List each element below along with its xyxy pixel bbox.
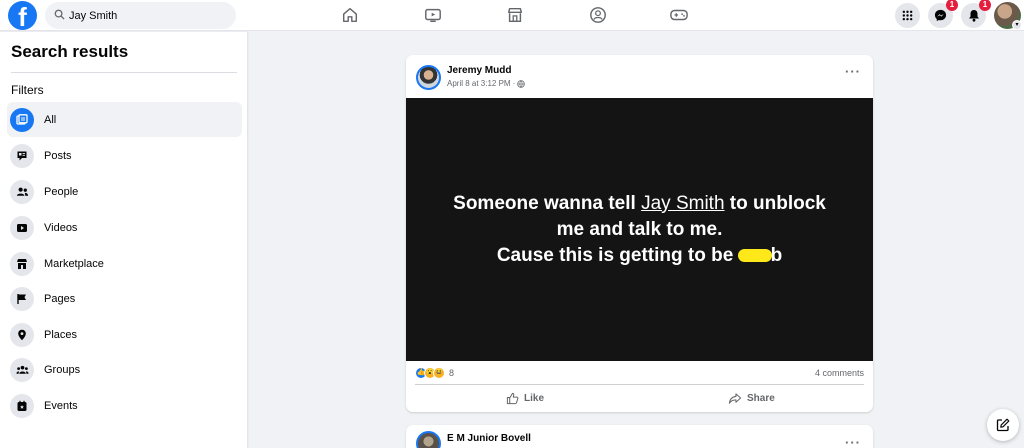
meta-separator: · bbox=[512, 79, 516, 88]
sidebar-item-label: Places bbox=[44, 328, 78, 341]
search-icon bbox=[54, 9, 65, 20]
home-icon[interactable] bbox=[339, 4, 361, 26]
chevron-down-icon[interactable]: ▾ bbox=[1012, 20, 1022, 30]
sidebar-item-label: Videos bbox=[44, 221, 78, 234]
share-label: Share bbox=[747, 392, 775, 404]
sidebar-item-videos[interactable]: Videos bbox=[7, 210, 242, 245]
messenger-button[interactable]: 1 bbox=[928, 0, 958, 28]
top-navigation-bar: f 1 1 ▾ bbox=[0, 0, 1024, 31]
sidebar-item-label: Posts bbox=[44, 149, 72, 162]
more-options-icon[interactable]: ··· bbox=[845, 436, 861, 448]
divider bbox=[415, 384, 864, 385]
notifications-button[interactable]: 1 bbox=[961, 0, 991, 28]
haha-reaction-icon: 😆 bbox=[433, 367, 445, 379]
post-timestamp[interactable]: April 8 at 3:12 PM bbox=[447, 79, 511, 88]
tagged-user-link[interactable]: Jay Smith bbox=[641, 193, 724, 214]
sidebar-item-marketplace[interactable]: Marketplace bbox=[7, 246, 242, 281]
globe-icon bbox=[517, 79, 526, 88]
more-options-icon[interactable]: ··· bbox=[845, 65, 861, 78]
post-text-image[interactable]: Someone wanna tell Jay Smith to unblock … bbox=[406, 98, 873, 361]
facebook-logo[interactable]: f bbox=[8, 1, 37, 30]
messenger-icon bbox=[934, 9, 947, 22]
post-card: E M Junior Bovell ··· bbox=[406, 425, 873, 448]
gaming-icon[interactable] bbox=[668, 4, 690, 26]
events-icon bbox=[10, 393, 34, 418]
groups-icon bbox=[10, 357, 34, 382]
sidebar-item-label: Marketplace bbox=[44, 257, 104, 270]
post-text-fragment: me and talk to me. bbox=[556, 218, 723, 240]
divider bbox=[11, 72, 237, 73]
messenger-badge: 1 bbox=[946, 0, 958, 11]
sidebar-item-events[interactable]: Events bbox=[7, 388, 242, 423]
notifications-badge: 1 bbox=[979, 0, 991, 11]
places-pin-icon bbox=[10, 322, 34, 347]
yellow-censor-blot bbox=[737, 248, 772, 262]
groups-icon[interactable] bbox=[587, 4, 609, 26]
grid-menu-button[interactable] bbox=[895, 3, 920, 28]
bell-icon bbox=[968, 10, 979, 22]
marketplace-icon[interactable] bbox=[504, 4, 526, 26]
post-text: Someone wanna tell Jay Smith to unblock … bbox=[453, 191, 826, 269]
reactions-summary[interactable]: 👍 😮 😆 8 bbox=[415, 367, 454, 379]
like-label: Like bbox=[524, 392, 545, 404]
sidebar-title: Search results bbox=[11, 42, 129, 61]
sidebar-item-people[interactable]: People bbox=[7, 174, 242, 209]
filters-label: Filters bbox=[11, 83, 44, 97]
posts-icon bbox=[10, 143, 34, 168]
post-meta: April 8 at 3:12 PM · bbox=[447, 79, 526, 88]
sidebar-item-label: Groups bbox=[44, 363, 81, 376]
sidebar-item-groups[interactable]: Groups bbox=[7, 352, 242, 387]
post-text-fragment: b bbox=[770, 244, 783, 266]
search-box[interactable] bbox=[45, 2, 236, 29]
compose-icon bbox=[996, 418, 1010, 432]
videos-icon bbox=[10, 215, 34, 240]
post-card: Jeremy Mudd April 8 at 3:12 PM · ··· Som… bbox=[406, 55, 873, 412]
sidebar-item-label: Pages bbox=[44, 292, 76, 305]
sidebar-item-label: Events bbox=[44, 399, 78, 412]
watch-icon[interactable] bbox=[422, 4, 444, 26]
share-button[interactable]: Share bbox=[728, 388, 775, 408]
post-author-avatar[interactable] bbox=[416, 431, 441, 448]
search-results-sidebar: Search results Filters All Posts People … bbox=[0, 32, 247, 448]
post-author-name[interactable]: E M Junior Bovell bbox=[447, 433, 531, 444]
sidebar-item-posts[interactable]: Posts bbox=[7, 138, 242, 173]
reaction-count: 8 bbox=[449, 368, 455, 378]
thumbs-up-icon bbox=[506, 392, 519, 404]
people-icon bbox=[10, 179, 34, 204]
marketplace-icon bbox=[10, 251, 34, 276]
comments-count-link[interactable]: 4 comments bbox=[815, 368, 864, 378]
share-arrow-icon bbox=[728, 392, 742, 404]
sidebar-item-label: People bbox=[44, 185, 79, 198]
new-message-button[interactable] bbox=[987, 409, 1019, 441]
post-text-fragment: to unblock bbox=[724, 192, 826, 214]
sidebar-item-all[interactable]: All bbox=[7, 102, 242, 137]
sidebar-item-places[interactable]: Places bbox=[7, 317, 242, 352]
post-author-name[interactable]: Jeremy Mudd bbox=[447, 65, 511, 76]
post-text-fragment: Cause this is getting to be bbox=[496, 244, 739, 266]
like-button[interactable]: Like bbox=[506, 388, 544, 408]
all-results-icon bbox=[10, 107, 34, 132]
grid-menu-icon bbox=[902, 10, 913, 21]
sidebar-item-pages[interactable]: Pages bbox=[7, 281, 242, 316]
pages-flag-icon bbox=[10, 286, 34, 311]
post-author-avatar[interactable] bbox=[416, 65, 441, 90]
search-input[interactable] bbox=[69, 2, 229, 29]
post-text-fragment: Someone wanna tell bbox=[453, 192, 642, 214]
sidebar-item-label: All bbox=[44, 113, 57, 126]
